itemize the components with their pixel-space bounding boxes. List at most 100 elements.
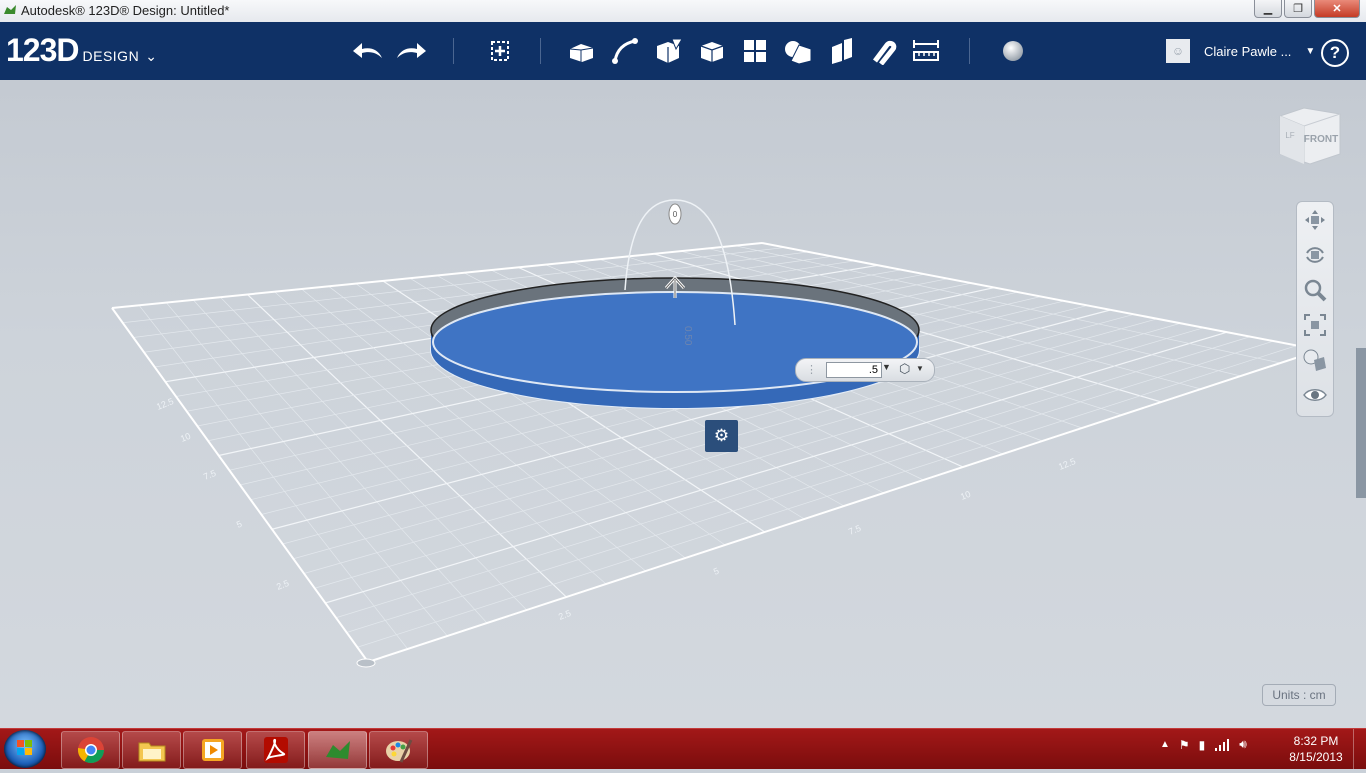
dimension-label: 0.50: [682, 326, 693, 346]
view-style-button[interactable]: [1297, 342, 1333, 377]
orbit-button[interactable]: [1297, 237, 1333, 272]
toolbar-separator: [453, 38, 454, 64]
view-style-icon: [1303, 349, 1326, 371]
gear-icon: ⚙: [713, 426, 730, 445]
action-center-flag-icon[interactable]: ⚑: [1179, 738, 1190, 752]
brand-logo: 123D: [6, 32, 79, 68]
system-tray: ▲ ⚑ ▮ 🔊︎: [1160, 737, 1247, 752]
taskbar-media-player[interactable]: [183, 731, 242, 769]
power-icon[interactable]: ▮: [1199, 738, 1206, 752]
close-button[interactable]: ✕: [1314, 0, 1360, 18]
taskbar-acrobat[interactable]: [246, 731, 305, 769]
caret-down-icon: ▼: [1305, 45, 1316, 57]
viewcube-front-label: FRONT: [1304, 134, 1338, 145]
grid-tick-label: 10: [179, 431, 192, 444]
fit-button[interactable]: [1297, 307, 1333, 342]
transform-icon: [491, 41, 509, 61]
clock-time: 8:32 PM: [1293, 734, 1339, 748]
app-icon: [4, 5, 16, 14]
material-button[interactable]: [997, 36, 1029, 66]
primitives-icon: [569, 44, 594, 62]
settings-button[interactable]: ⚙: [705, 420, 738, 452]
snap-button[interactable]: [867, 36, 899, 66]
taskbar: ▲ ⚑ ▮ 🔊︎ 8:32 PM 8/15/2013: [0, 728, 1366, 769]
user-name: Claire Pawle ...: [1204, 43, 1292, 59]
clock-date: 8/15/2013: [1289, 750, 1343, 764]
title-bar: Autodesk® 123D® Design: Untitled* ▁ ❐ ✕: [0, 0, 1366, 23]
help-button[interactable]: ?: [1321, 39, 1349, 67]
grid-tick-label: 12.5: [155, 396, 175, 412]
visibility-button[interactable]: [1297, 377, 1333, 412]
app-menu-button[interactable]: 123D DESIGN ⌄: [6, 32, 157, 69]
orbit-icon: [1306, 246, 1324, 263]
combine-button[interactable]: [825, 36, 857, 66]
pattern-button[interactable]: [739, 36, 771, 66]
grouping-icon: [785, 41, 812, 65]
minimize-button[interactable]: ▁: [1254, 0, 1282, 18]
side-panel-handle[interactable]: [1356, 348, 1366, 498]
modify-button[interactable]: [696, 36, 728, 66]
combine-icon: [832, 38, 852, 64]
toolbar-separator: [540, 38, 541, 64]
zoom-button[interactable]: [1297, 272, 1333, 307]
grid-tick-label: 7.5: [847, 523, 862, 537]
viewport-canvas[interactable]: 2.5 5 7.5 10 12.5 2.5 5 7.5 10 12.5 0 0.50 FRONT …: [0, 80, 1366, 728]
primitives-button[interactable]: [566, 36, 598, 66]
grouping-button[interactable]: [782, 36, 814, 66]
chevron-down-icon: ⌄: [145, 48, 157, 64]
grid-tick-label: 10: [959, 489, 972, 502]
material-icon: [1003, 41, 1023, 61]
sketch-icon: [612, 38, 638, 64]
construct-button[interactable]: [653, 36, 685, 66]
zoom-icon: [1304, 279, 1327, 301]
chrome-icon: [77, 737, 104, 764]
maximize-icon: ❐: [1293, 3, 1303, 15]
rotation-handle-label: 0: [673, 210, 678, 219]
value-dropdown-icon[interactable]: ▼: [882, 362, 891, 372]
scene-svg: 2.5 5 7.5 10 12.5 2.5 5 7.5 10 12.5 0 0.50: [111, 199, 1321, 668]
pan-button[interactable]: [1297, 202, 1333, 237]
grid-tick-label: 7.5: [202, 468, 217, 482]
windows-logo-icon: [17, 740, 32, 755]
main-toolbar: 123D DESIGN ⌄ ☺ Claire Pawle ... ▼ ?: [0, 22, 1366, 80]
sketch-button[interactable]: [610, 36, 642, 66]
grid-line: [367, 349, 1321, 663]
brand-product: DESIGN: [82, 48, 140, 64]
redo-button[interactable]: [395, 36, 427, 66]
pan-icon: [1305, 209, 1325, 230]
construct-icon: [657, 38, 683, 63]
units-indicator[interactable]: Units : cm: [1262, 684, 1336, 706]
window-title: Autodesk® 123D® Design: Untitled*: [21, 3, 230, 18]
operation-mode-icon[interactable]: ⬡: [899, 361, 910, 377]
explorer-icon: [138, 742, 165, 762]
minimize-icon: ▁: [1263, 3, 1273, 15]
volume-icon[interactable]: 🔊︎: [1239, 737, 1247, 752]
pattern-icon: [744, 40, 766, 62]
paint-icon: [385, 739, 412, 763]
grid-line: [111, 307, 369, 663]
taskbar-chrome[interactable]: [61, 731, 120, 769]
modify-icon: [700, 42, 724, 62]
show-desktop-button[interactable]: [1353, 729, 1366, 769]
show-hidden-icons-icon[interactable]: ▲: [1160, 739, 1170, 750]
grid-tick-label: 2.5: [557, 608, 572, 622]
taskbar-explorer[interactable]: [122, 731, 181, 769]
help-icon: ?: [1329, 43, 1341, 62]
avatar: ☺: [1166, 39, 1190, 63]
undo-button[interactable]: [352, 36, 384, 66]
extrude-distance-input[interactable]: [826, 362, 882, 378]
measure-button[interactable]: [910, 36, 942, 66]
taskbar-123d-design[interactable]: [308, 731, 367, 769]
transform-button[interactable]: [484, 36, 516, 66]
system-clock[interactable]: 8:32 PM 8/15/2013: [1283, 733, 1349, 765]
operation-dropdown-icon[interactable]: ▼: [916, 364, 924, 373]
drag-grip-icon[interactable]: ⋮: [806, 363, 817, 376]
network-signal-icon[interactable]: [1214, 738, 1230, 751]
start-button[interactable]: [4, 730, 46, 768]
user-menu[interactable]: ☺ Claire Pawle ... ▼: [1166, 39, 1315, 63]
taskbar-paint[interactable]: [369, 731, 428, 769]
view-cube[interactable]: FRONT LF: [1274, 102, 1342, 172]
123d-icon: [325, 741, 350, 759]
acrobat-icon: [263, 737, 288, 763]
maximize-button[interactable]: ❐: [1284, 0, 1312, 18]
